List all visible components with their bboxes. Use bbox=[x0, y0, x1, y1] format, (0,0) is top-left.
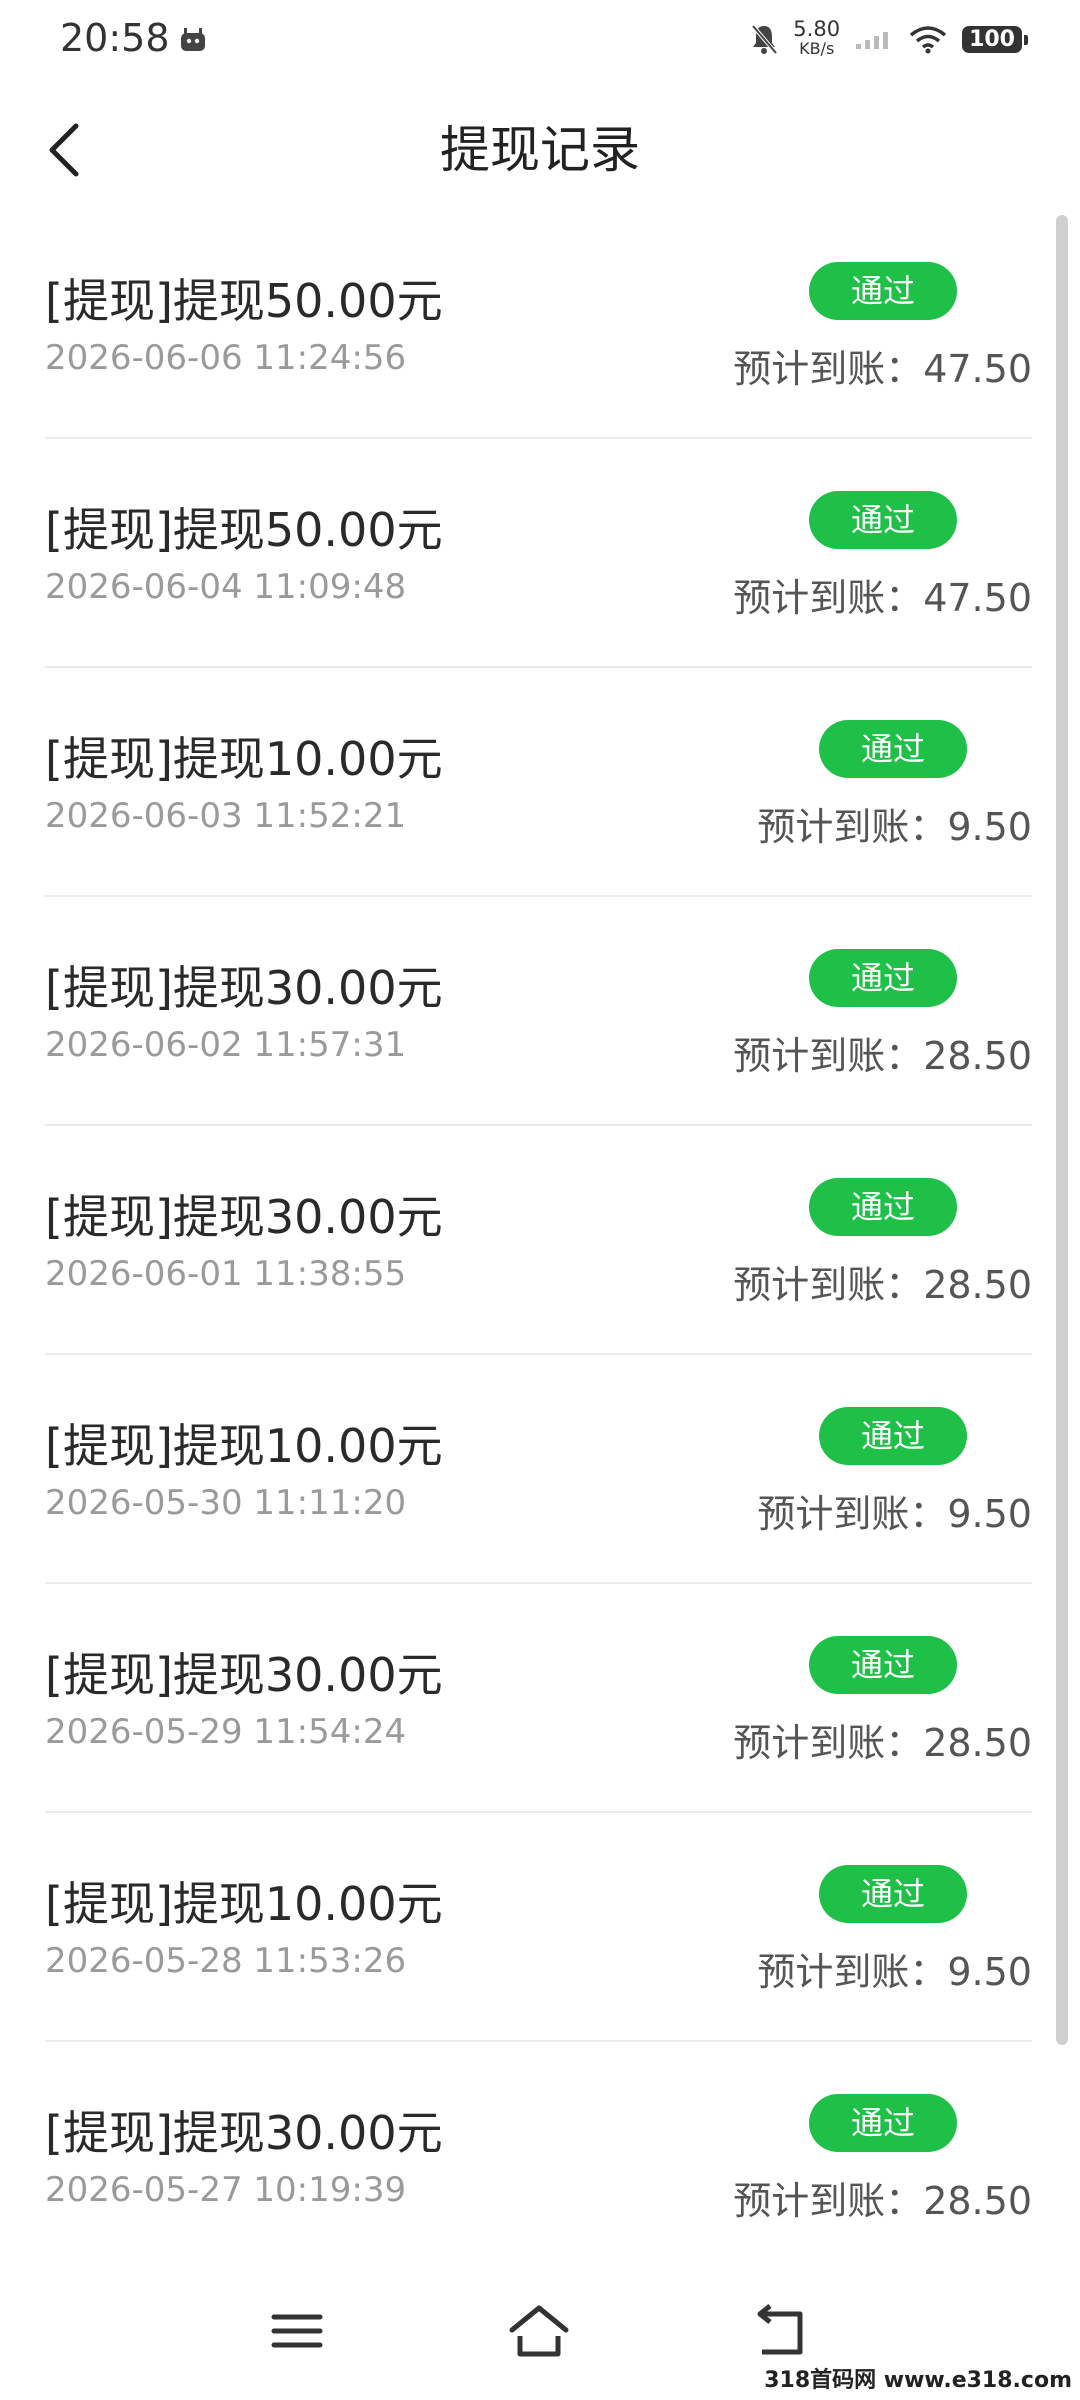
record-time: 2026-05-29 11:54:24 bbox=[45, 1712, 407, 1752]
android-robot-icon bbox=[181, 28, 205, 51]
list-item[interactable]: [提现]提现50.00元 2026-06-04 11:09:48 通过 预计到账… bbox=[45, 439, 1032, 668]
status-badge: 通过 bbox=[809, 262, 957, 320]
record-time: 2026-05-30 11:11:20 bbox=[45, 1483, 407, 1523]
record-time: 2026-06-02 11:57:31 bbox=[45, 1025, 407, 1065]
list-item[interactable]: [提现]提现30.00元 2026-05-29 11:54:24 通过 预计到账… bbox=[45, 1584, 1032, 1813]
scrollbar[interactable] bbox=[1056, 215, 1068, 2045]
menu-icon[interactable] bbox=[262, 2300, 332, 2362]
expected-amount: 预计到账：9.50 bbox=[757, 1492, 1032, 1536]
list-item[interactable]: [提现]提现30.00元 2026-06-01 11:38:55 通过 预计到账… bbox=[45, 1126, 1032, 1355]
status-bar: 20:58 5.80 KB/s 100 bbox=[0, 0, 1080, 80]
list-item[interactable]: [提现]提现10.00元 2026-05-28 11:53:26 通过 预计到账… bbox=[45, 1813, 1032, 2042]
status-time: 20:58 bbox=[60, 16, 170, 60]
expected-amount: 预计到账：9.50 bbox=[757, 1950, 1032, 1994]
status-badge: 通过 bbox=[809, 491, 957, 549]
record-time: 2026-05-27 10:19:39 bbox=[45, 2170, 407, 2210]
expected-amount: 预计到账：9.50 bbox=[757, 805, 1032, 849]
record-title: [提现]提现30.00元 bbox=[45, 1190, 443, 1244]
mute-bell-icon bbox=[751, 24, 778, 55]
status-badge: 通过 bbox=[819, 1407, 967, 1465]
wifi-icon bbox=[909, 26, 947, 54]
battery-icon: 100 bbox=[962, 25, 1028, 53]
expected-amount: 预计到账：28.50 bbox=[733, 2179, 1032, 2223]
list-item[interactable]: [提现]提现30.00元 2026-05-27 10:19:39 通过 预计到账… bbox=[45, 2042, 1032, 2271]
header: 提现记录 bbox=[0, 100, 1080, 200]
withdrawal-record-list[interactable]: [提现]提现50.00元 2026-06-06 11:24:56 通过 预计到账… bbox=[0, 210, 1080, 2271]
record-title: [提现]提现30.00元 bbox=[45, 2106, 443, 2160]
record-time: 2026-06-01 11:38:55 bbox=[45, 1254, 407, 1294]
back-icon[interactable] bbox=[746, 2300, 816, 2362]
list-item[interactable]: [提现]提现10.00元 2026-05-30 11:11:20 通过 预计到账… bbox=[45, 1355, 1032, 1584]
list-item[interactable]: [提现]提现30.00元 2026-06-02 11:57:31 通过 预计到账… bbox=[45, 897, 1032, 1126]
status-badge: 通过 bbox=[809, 1178, 957, 1236]
net-speed-value: 5.80 bbox=[793, 17, 841, 41]
signal-icon bbox=[856, 32, 889, 49]
status-badge: 通过 bbox=[809, 949, 957, 1007]
expected-amount: 预计到账：28.50 bbox=[733, 1263, 1032, 1307]
record-time: 2026-06-04 11:09:48 bbox=[45, 567, 407, 607]
status-badge: 通过 bbox=[819, 1865, 967, 1923]
list-item[interactable]: [提现]提现50.00元 2026-06-06 11:24:56 通过 预计到账… bbox=[45, 210, 1032, 439]
expected-amount: 预计到账：28.50 bbox=[733, 1034, 1032, 1078]
list-item[interactable]: [提现]提现10.00元 2026-06-03 11:52:21 通过 预计到账… bbox=[45, 668, 1032, 897]
net-speed: 5.80 KB/s bbox=[793, 19, 840, 59]
watermark: 318首码网 www.e318.com bbox=[764, 2362, 1072, 2394]
status-badge: 通过 bbox=[809, 2094, 957, 2152]
status-badge: 通过 bbox=[809, 1636, 957, 1694]
record-title: [提现]提现10.00元 bbox=[45, 1419, 443, 1473]
home-icon[interactable] bbox=[504, 2300, 574, 2362]
status-badge: 通过 bbox=[819, 720, 967, 778]
expected-amount: 预计到账：47.50 bbox=[733, 576, 1032, 620]
record-title: [提现]提现30.00元 bbox=[45, 1648, 443, 1702]
record-title: [提现]提现50.00元 bbox=[45, 274, 443, 328]
record-title: [提现]提现30.00元 bbox=[45, 961, 443, 1015]
status-indicators: 5.80 KB/s 100 bbox=[749, 14, 1028, 64]
expected-amount: 预计到账：47.50 bbox=[733, 347, 1032, 391]
net-speed-unit: KB/s bbox=[799, 39, 835, 58]
record-time: 2026-06-06 11:24:56 bbox=[45, 338, 407, 378]
record-title: [提现]提现50.00元 bbox=[45, 503, 443, 557]
record-time: 2026-06-03 11:52:21 bbox=[45, 796, 407, 836]
record-title: [提现]提现10.00元 bbox=[45, 732, 443, 786]
record-title: [提现]提现10.00元 bbox=[45, 1877, 443, 1931]
expected-amount: 预计到账：28.50 bbox=[733, 1721, 1032, 1765]
page-title: 提现记录 bbox=[440, 121, 640, 179]
record-time: 2026-05-28 11:53:26 bbox=[45, 1941, 407, 1981]
